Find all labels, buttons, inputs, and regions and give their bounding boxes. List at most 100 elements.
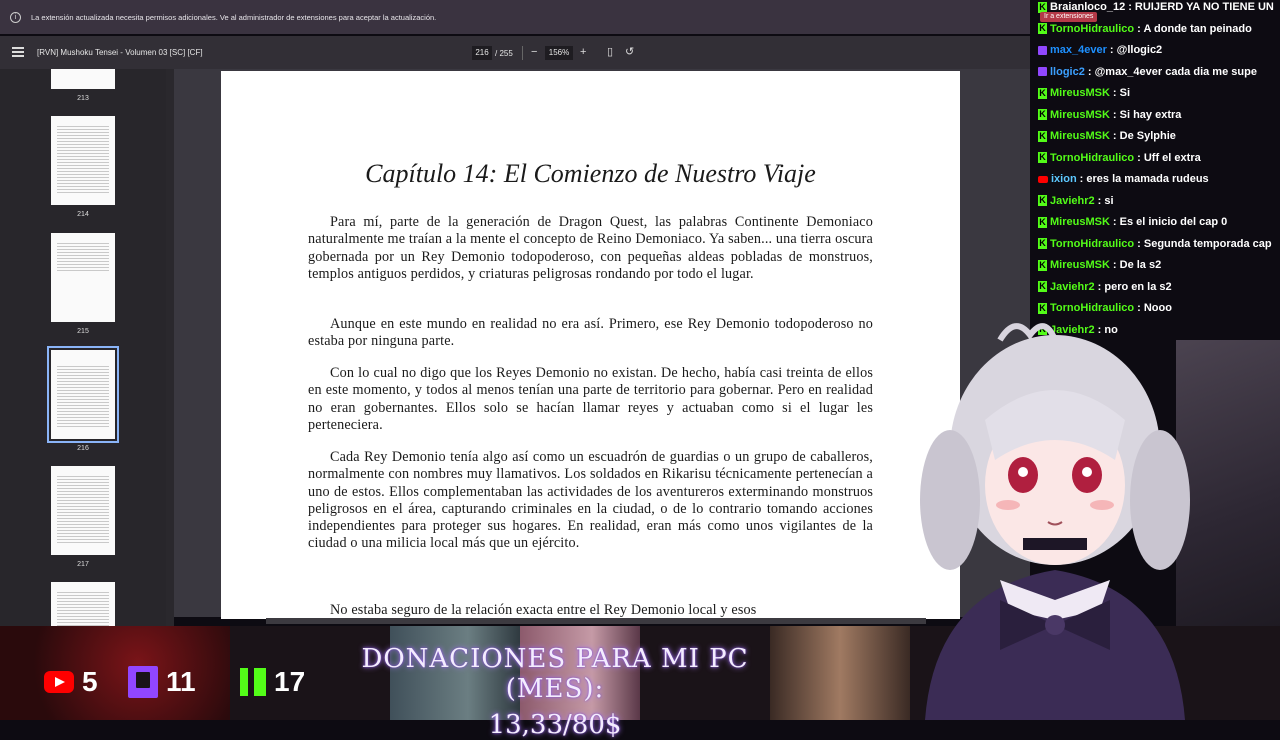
chat-text: : Segunda temporada cap (1137, 237, 1272, 250)
thumbnail-page-selected[interactable] (47, 346, 119, 443)
chat-text: : Es el inicio del cap 0 (1112, 216, 1228, 228)
chat-message: max_4ever: @llogic2 (1038, 44, 1162, 56)
chat-text: : eres la mamada rudeus (1079, 173, 1209, 185)
chapter-title: Capítulo 14: El Comienzo de Nuestro Viaj… (365, 159, 816, 188)
infobar-text: La extensión actualizada necesita permis… (31, 12, 437, 22)
twitch-counter: 11 (128, 666, 196, 698)
horizontal-scrollbar[interactable] (266, 618, 926, 624)
donation-goal: DONACIONES PARA MI PC (MES): 13,33/80$ (320, 644, 790, 740)
kick-badge-icon: K (1038, 152, 1047, 163)
zoom-out-button[interactable]: − (531, 46, 537, 58)
viewer-scrollbar[interactable] (166, 69, 174, 626)
thumbnail-page[interactable] (51, 116, 115, 205)
kick-badge-icon: K (1038, 109, 1047, 120)
chat-username: max_4ever (1050, 44, 1107, 56)
chat-text: : De la s2 (1112, 259, 1162, 271)
pdf-page: Capítulo 14: El Comienzo de Nuestro Viaj… (221, 71, 960, 619)
chat-message: K MireusMSK: De la s2 (1038, 259, 1161, 271)
thumbnail-sidebar[interactable]: 213 214 215 216 217 (0, 69, 166, 626)
extensions-tooltip: Ir a extensiones (1040, 12, 1098, 22)
kick-badge-icon: K (1038, 87, 1047, 99)
donation-amount: 13,33/80$ (488, 710, 622, 740)
chat-username: MireusMSK (1050, 108, 1110, 121)
vtuber-avatar (920, 323, 1190, 720)
youtube-counter: 5 (44, 666, 98, 698)
twitch-badge-icon (1038, 67, 1047, 76)
chat-message: K TornoHidraulico: Segunda temporada cap (1038, 238, 1272, 250)
thumbnail-label: 213 (77, 95, 89, 102)
rotate-icon[interactable]: ↺ (625, 45, 634, 58)
chat-text: : Si hay extra (1112, 108, 1182, 121)
chat-message: K TornoHidraulico: Uff el extra (1038, 152, 1201, 164)
chat-message: K Javiehr2: si (1038, 195, 1114, 207)
chat-username: Javiehr2 (1050, 280, 1095, 293)
thumbnail-label: 214 (77, 211, 89, 218)
kick-badge-icon: K (1038, 130, 1047, 142)
chat-text: : RUIJERD YA NO TIENE UN (1128, 1, 1274, 13)
chat-username: MireusMSK (1050, 87, 1110, 99)
zoom-in-button[interactable]: + (580, 46, 586, 58)
thumbnail-page[interactable] (51, 69, 115, 89)
thumbnail-page[interactable] (51, 233, 115, 322)
chat-text: : si (1097, 194, 1114, 207)
kick-icon (240, 668, 266, 696)
thumbnail-page[interactable] (51, 466, 115, 555)
thumbnail-label: 216 (77, 445, 89, 452)
extension-infobar: i La extensión actualizada necesita perm… (0, 0, 1030, 34)
chat-text: : Uff el extra (1137, 151, 1201, 164)
chat-text: : A donde tan peinado (1137, 22, 1252, 35)
info-icon: i (10, 11, 21, 23)
chat-username: TornoHidraulico (1050, 237, 1135, 250)
document-title: [RVN] Mushoku Tensei - Volumen 03 [SC] [… (37, 48, 203, 57)
pdf-toolbar: [RVN] Mushoku Tensei - Volumen 03 [SC] [… (0, 36, 1030, 69)
chat-message: ixion: eres la mamada rudeus (1038, 173, 1209, 185)
youtube-icon (44, 671, 74, 693)
chat-text: : pero en la s2 (1097, 280, 1172, 293)
social-counters: 5 11 17 (0, 626, 330, 720)
chat-message: K Javiehr2: pero en la s2 (1038, 281, 1172, 293)
chat-username: MireusMSK (1050, 259, 1110, 271)
youtube-count: 5 (82, 666, 98, 697)
chat-username: TornoHidraulico (1050, 151, 1135, 164)
fit-page-icon[interactable]: ▯ (607, 45, 613, 58)
chat-username: llogic2 (1050, 65, 1085, 78)
kick-badge-icon: K (1038, 259, 1047, 271)
chat-username: Javiehr2 (1050, 194, 1095, 207)
chat-text: : De Sylphie (1112, 130, 1176, 142)
page-number-input[interactable]: 216 (472, 46, 492, 60)
thumbnail-label: 215 (77, 328, 89, 335)
twitch-count: 11 (166, 666, 196, 697)
chat-message: K MireusMSK: Si (1038, 87, 1130, 99)
toolbar-divider (522, 46, 523, 60)
twitch-badge-icon (1038, 45, 1047, 55)
menu-icon[interactable] (12, 47, 24, 57)
chat-message: K MireusMSK: Es el inicio del cap 0 (1038, 216, 1227, 228)
chat-text: : Si (1112, 87, 1131, 99)
chat-message: llogic2: @max_4ever cada dia me supe (1038, 66, 1257, 78)
kick-badge-icon: K (1038, 216, 1047, 228)
chat-text: : @max_4ever cada dia me supe (1087, 65, 1257, 78)
stream-chat: K Braianloco_12: RUIJERD YA NO TIENE UN K T… (1030, 0, 1280, 345)
paragraph: Aunque en este mundo en realidad no era … (308, 316, 873, 350)
twitch-icon (128, 666, 158, 698)
kick-badge-icon: K (1038, 238, 1047, 249)
chat-username: MireusMSK (1050, 130, 1110, 142)
thumbnail-label: 217 (77, 561, 89, 568)
chat-username: MireusMSK (1050, 216, 1110, 228)
chat-text: : @llogic2 (1109, 44, 1163, 56)
total-pages: / 255 (495, 49, 513, 58)
chat-username: ixion (1051, 173, 1077, 185)
paragraph: No estaba seguro de la relación exacta e… (330, 602, 757, 618)
kick-count: 17 (274, 666, 306, 697)
zoom-input[interactable]: 156% (545, 46, 573, 60)
kick-badge-icon: K (1038, 195, 1047, 206)
chat-username: TornoHidraulico (1050, 22, 1135, 35)
thumbnail-page[interactable] (51, 582, 115, 626)
youtube-badge-icon (1038, 175, 1048, 183)
chat-message: K MireusMSK: Si hay extra (1038, 109, 1181, 121)
paragraph: Cada Rey Demonio tenía algo así como un … (308, 449, 873, 552)
kick-counter: 17 (240, 666, 305, 698)
paragraph: Para mí, parte de la generación de Drago… (308, 214, 873, 282)
kick-badge-icon: K (1038, 1, 1047, 13)
chat-message: K TornoHidraulico: A donde tan peinado (1038, 23, 1252, 35)
